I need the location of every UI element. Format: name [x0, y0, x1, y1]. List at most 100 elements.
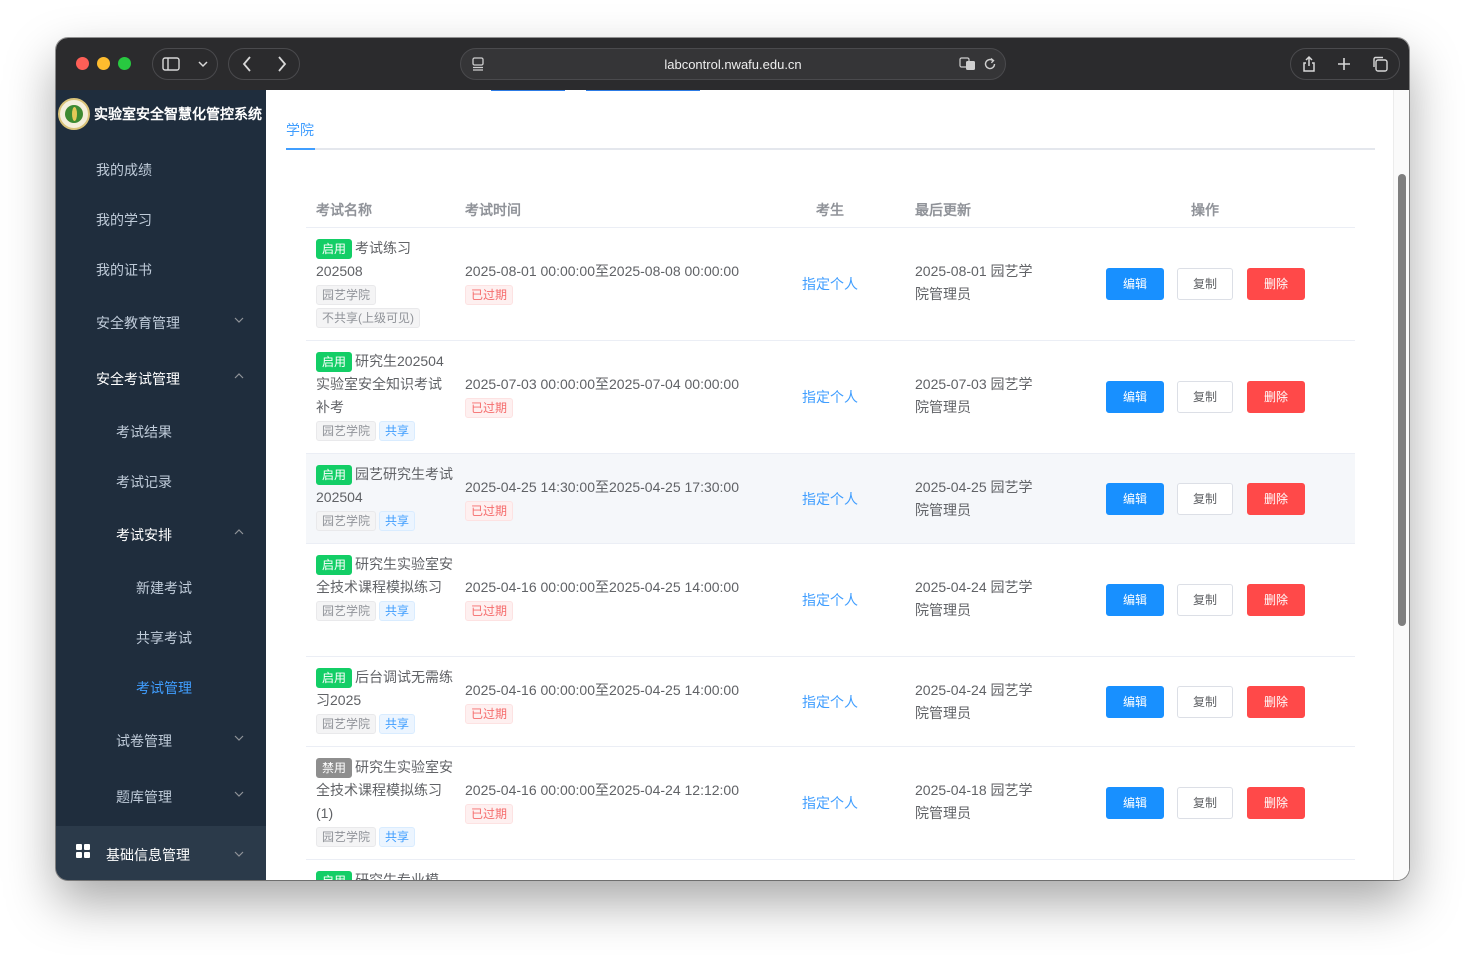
examinee-link[interactable]: 指定个人 [802, 692, 858, 712]
delete-button[interactable]: 删除 [1247, 381, 1305, 413]
examinee-link[interactable]: 指定个人 [802, 489, 858, 509]
chevron-up-icon [234, 373, 244, 379]
status-badge: 启用 [316, 555, 353, 576]
chevron-down-icon [234, 851, 244, 857]
edit-button[interactable]: 编辑 [1106, 787, 1164, 819]
expired-tag: 已过期 [465, 804, 514, 825]
examinee-link[interactable]: 指定个人 [802, 274, 858, 294]
chevron-down-icon [198, 60, 208, 67]
sidebar-item-my-scores[interactable]: 我的成绩 [56, 145, 266, 195]
new-tab-icon[interactable] [1337, 57, 1351, 71]
sidebar-item-label: 试卷管理 [116, 733, 172, 749]
sidebar-item-label: 我的学习 [96, 212, 152, 228]
exam-time: 2025-04-16 00:00:00至2025-04-25 14:00:00 [465, 579, 739, 595]
expired-tag: 已过期 [465, 398, 514, 419]
edit-button[interactable]: 编辑 [1106, 483, 1164, 515]
last-updated: 2025-08-01 园艺学院管理员 [915, 263, 1033, 302]
edit-button[interactable]: 编辑 [1106, 268, 1164, 300]
share-icon[interactable] [1302, 55, 1316, 73]
share-tag: 不共享(上级可见) [316, 308, 420, 329]
sidebar-item-paper-management[interactable]: 试卷管理 [56, 716, 266, 766]
sidebar-item-label: 新建考试 [136, 580, 192, 596]
college-tag: 园艺学院 [316, 421, 377, 442]
chevron-down-icon [234, 735, 244, 741]
sidebar-item-safety-exam[interactable]: 安全考试管理 [56, 354, 266, 404]
forward-icon[interactable] [277, 56, 287, 72]
delete-button[interactable]: 删除 [1247, 787, 1305, 819]
exam-name-cell: 启用 后台调试无需练习2025 园艺学院 共享 [316, 666, 454, 735]
translate-icon[interactable] [959, 57, 977, 71]
sidebar-item-exam-results[interactable]: 考试结果 [56, 407, 266, 457]
sidebar-item-exam-records[interactable]: 考试记录 [56, 457, 266, 507]
maximize-window-button[interactable] [118, 57, 131, 70]
sidebar-item-label: 安全考试管理 [96, 371, 180, 387]
sidebar-item-basic-info[interactable]: 基础信息管理 [56, 826, 266, 880]
chevron-down-icon [234, 317, 244, 323]
sidebar-item-exam-management[interactable]: 考试管理 [56, 663, 266, 713]
edit-button[interactable]: 编辑 [1106, 381, 1164, 413]
minimize-window-button[interactable] [97, 57, 110, 70]
table-row: 禁用 研究生实验室安全技术课程模拟练习(1) 园艺学院 共享 2025-04-16 … [306, 747, 1355, 860]
expired-tag: 已过期 [465, 704, 514, 725]
chevron-up-icon [234, 529, 244, 535]
last-updated: 2025-04-24 园艺学院管理员 [915, 682, 1033, 721]
exam-name[interactable]: 研究生专业模 [355, 872, 439, 880]
delete-button[interactable]: 删除 [1247, 584, 1305, 616]
copy-button[interactable]: 复制 [1177, 584, 1233, 616]
toolbar-right-group [1290, 48, 1400, 80]
active-tab-indicator [286, 148, 315, 150]
sidebar-toggle-group[interactable] [152, 48, 218, 80]
college-tag: 园艺学院 [316, 285, 377, 306]
last-updated: 2025-04-25 园艺学院管理员 [915, 479, 1033, 518]
sidebar-item-shared-exam[interactable]: 共享考试 [56, 613, 266, 663]
copy-button[interactable]: 复制 [1177, 268, 1233, 300]
column-header-time: 考试时间 [465, 202, 521, 218]
copy-button[interactable]: 复制 [1177, 483, 1233, 515]
exam-name-cell: 启用 考试练习202508 园艺学院 不共享(上级可见) [316, 237, 454, 329]
edit-button[interactable]: 编辑 [1106, 686, 1164, 718]
university-logo-icon [58, 98, 90, 130]
close-window-button[interactable] [76, 57, 89, 70]
expired-tag: 已过期 [465, 285, 514, 306]
examinee-link[interactable]: 指定个人 [802, 793, 858, 813]
sidebar-item-exam-schedule[interactable]: 考试安排 [56, 510, 266, 560]
edit-button[interactable]: 编辑 [1106, 584, 1164, 616]
sidebar-item-my-study[interactable]: 我的学习 [56, 195, 266, 245]
scrollbar-thumb[interactable] [1398, 174, 1406, 626]
sidebar-item-label: 考试管理 [136, 680, 192, 696]
copy-button[interactable]: 复制 [1177, 686, 1233, 718]
status-badge: 启用 [316, 239, 353, 260]
tab-overview-icon[interactable] [1372, 56, 1389, 72]
delete-button[interactable]: 删除 [1247, 483, 1305, 515]
copy-button[interactable]: 复制 [1177, 787, 1233, 819]
sidebar-item-question-bank[interactable]: 题库管理 [56, 772, 266, 822]
tab-college[interactable]: 学院 [286, 120, 314, 140]
sidebar-item-label: 共享考试 [136, 630, 192, 646]
sidebar-item-new-exam[interactable]: 新建考试 [56, 563, 266, 613]
status-badge: 启用 [316, 871, 353, 880]
sidebar-item-safety-education[interactable]: 安全教育管理 [56, 298, 266, 348]
table-row: 启用 考试练习202508 园艺学院 不共享(上级可见) 2025-08-01 0… [306, 228, 1355, 341]
exam-time-cell: 2025-07-03 00:00:00至2025-07-04 00:00:00 … [465, 373, 765, 419]
delete-button[interactable]: 删除 [1247, 686, 1305, 718]
exam-time: 2025-04-16 00:00:00至2025-04-24 12:12:00 [465, 782, 739, 798]
delete-button[interactable]: 删除 [1247, 268, 1305, 300]
browser-window: labcontrol.nwafu.edu.cn 实验室安全智慧化管控系统 我的成… [56, 38, 1409, 880]
reload-icon[interactable] [983, 57, 997, 71]
sidebar-icon [162, 57, 180, 71]
examinee-link[interactable]: 指定个人 [802, 387, 858, 407]
copy-button[interactable]: 复制 [1177, 381, 1233, 413]
college-tag: 园艺学院 [316, 827, 377, 848]
sidebar-item-my-certificates[interactable]: 我的证书 [56, 245, 266, 295]
examinee-link[interactable]: 指定个人 [802, 590, 858, 610]
status-badge: 禁用 [316, 758, 353, 779]
exam-name-cell: 启用 研究生202504实验室安全知识考试补考 园艺学院 共享 [316, 350, 454, 442]
table-row: 启用 研究生实验室安全技术课程模拟练习 园艺学院 共享 2025-04-16 00:… [306, 544, 1355, 657]
exam-time: 2025-08-01 00:00:00至2025-08-08 00:00:00 [465, 263, 739, 279]
college-tag: 园艺学院 [316, 511, 377, 532]
sidebar-item-label: 安全教育管理 [96, 315, 180, 331]
share-tag: 共享 [379, 714, 416, 735]
vertical-scrollbar[interactable] [1393, 90, 1409, 880]
address-bar[interactable]: labcontrol.nwafu.edu.cn [460, 48, 1006, 80]
back-icon[interactable] [242, 56, 252, 72]
